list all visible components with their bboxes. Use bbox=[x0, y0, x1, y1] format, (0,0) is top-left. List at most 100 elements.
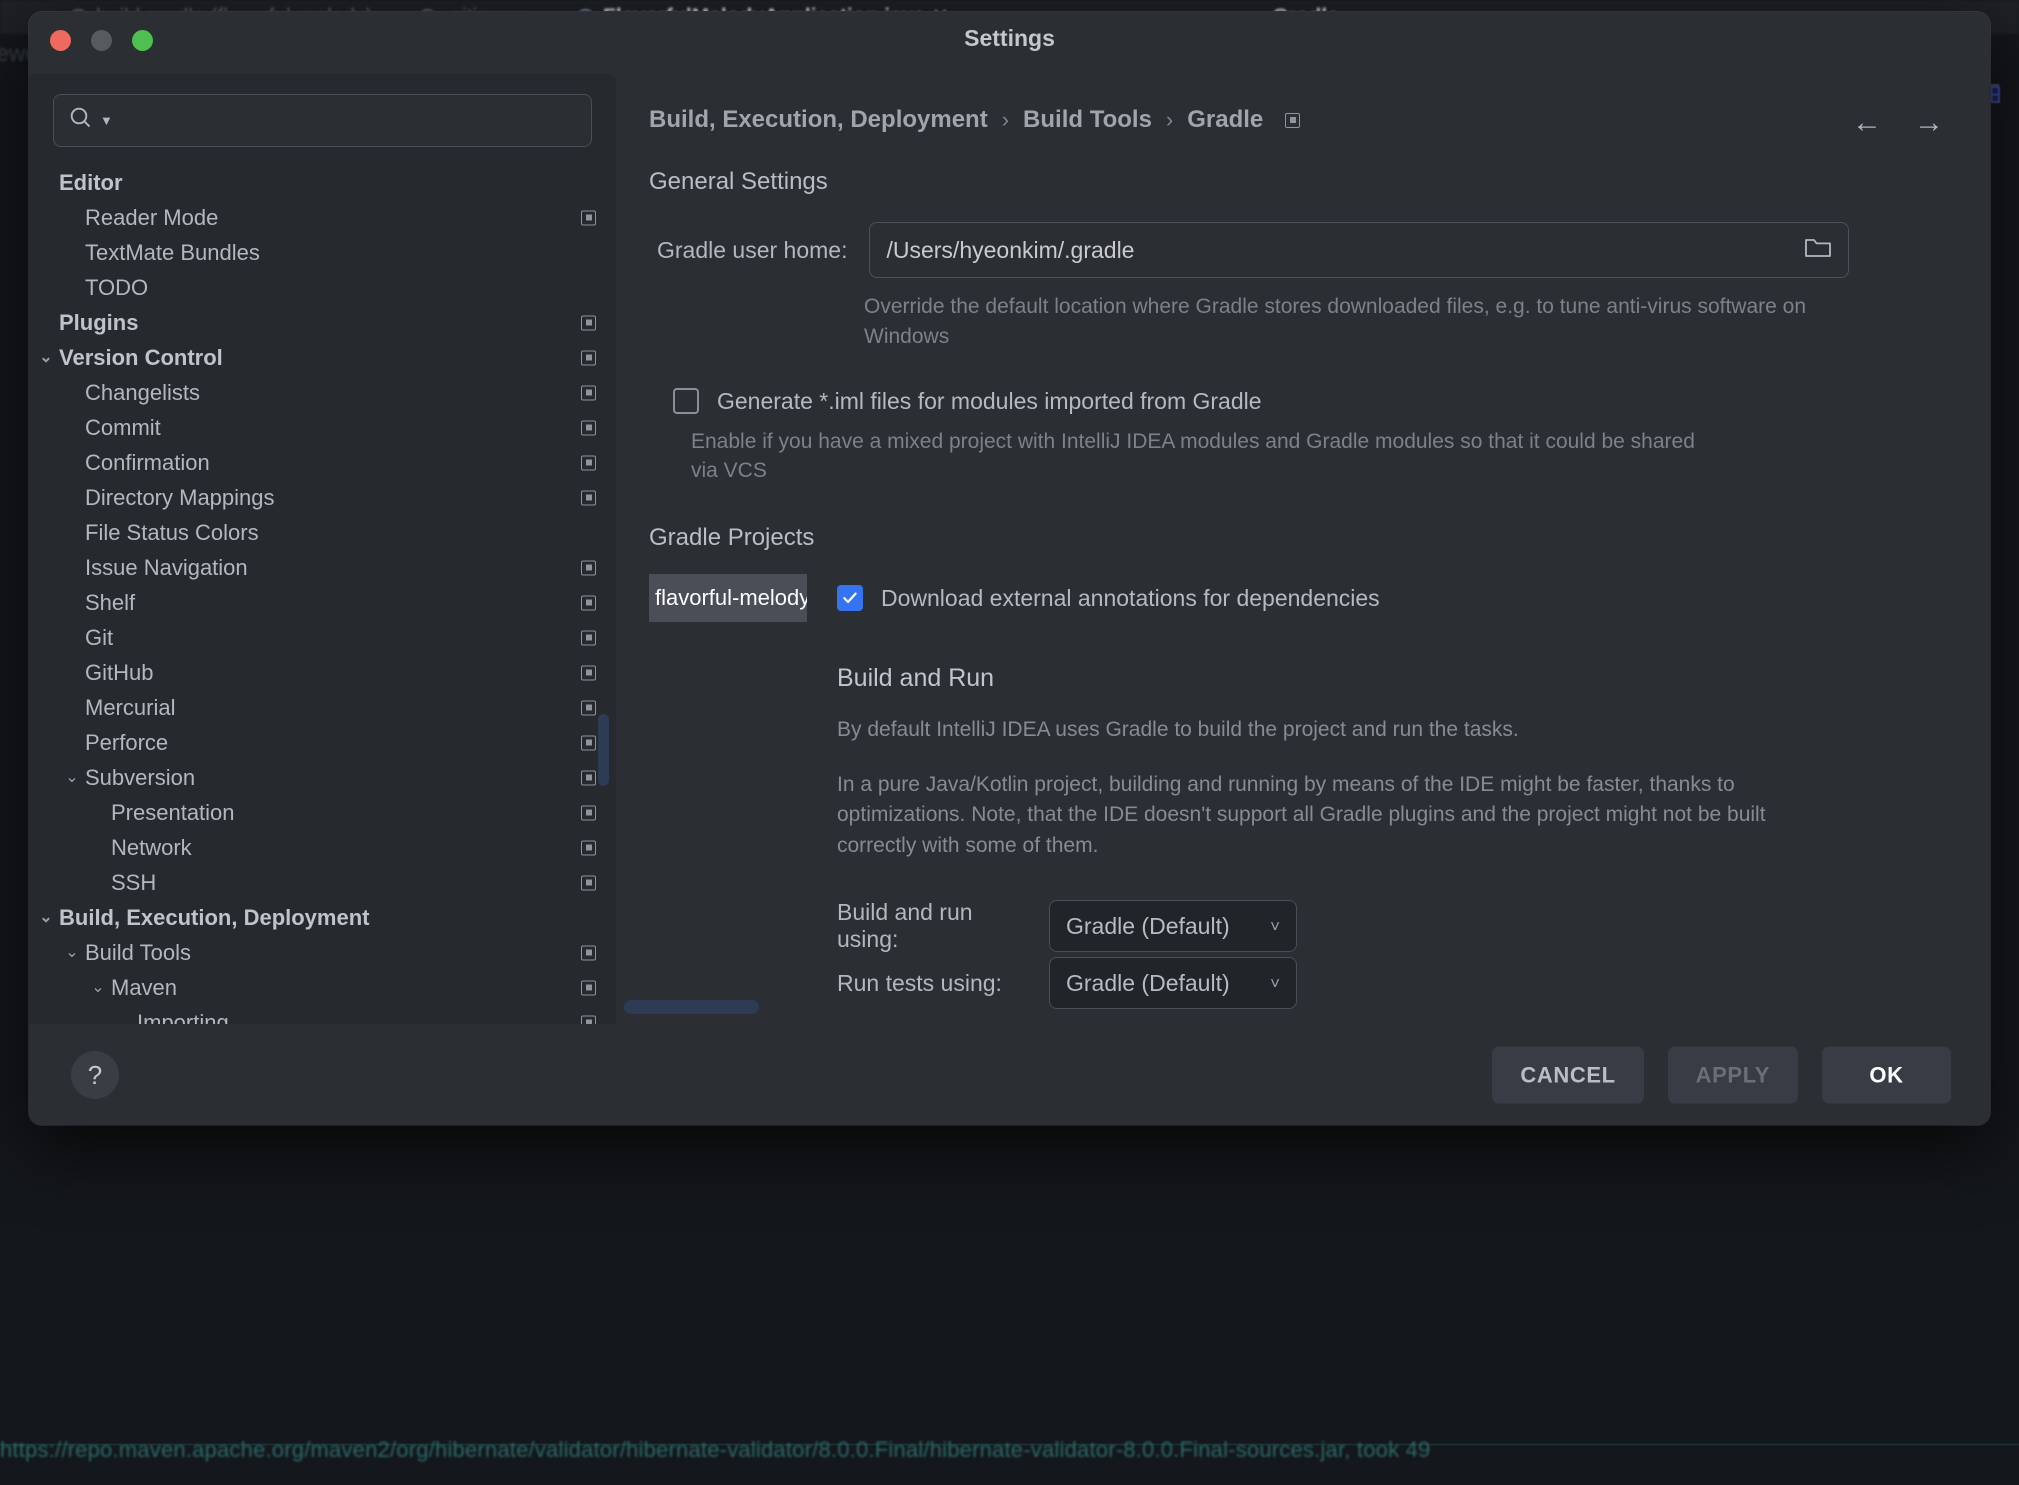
breadcrumb-item-gradle[interactable]: Gradle bbox=[1187, 106, 1263, 134]
project-scope-badge-icon bbox=[581, 630, 596, 645]
sidebar-item-github[interactable]: GitHub bbox=[29, 655, 616, 690]
chevron-down-icon[interactable]: ⌄ bbox=[61, 769, 83, 786]
run-tests-using-row: Run tests using: Gradle (Default) ˅ bbox=[837, 957, 1990, 1009]
sidebar-item-network[interactable]: Network bbox=[29, 830, 616, 865]
project-scope-badge-icon bbox=[581, 945, 596, 960]
project-scope-badge-icon bbox=[581, 840, 596, 855]
breadcrumb-item-build-execution-deployment[interactable]: Build, Execution, Deployment bbox=[649, 106, 988, 134]
gradle-user-home-hint: Override the default location where Grad… bbox=[864, 295, 1807, 348]
sidebar-item-label: Reader Mode bbox=[85, 204, 219, 230]
search-icon bbox=[68, 105, 94, 136]
project-scope-badge-icon bbox=[581, 700, 596, 715]
chevron-down-icon[interactable]: ⌄ bbox=[87, 979, 109, 996]
run-tests-using-select[interactable]: Gradle (Default) ˅ bbox=[1049, 957, 1297, 1009]
sidebar-item-version-control[interactable]: ⌄ Version Control bbox=[29, 340, 616, 375]
sidebar-item-textmate-bundles[interactable]: TextMate Bundles bbox=[29, 235, 616, 270]
help-button[interactable]: ? bbox=[71, 1051, 119, 1099]
sidebar-item-file-status-colors[interactable]: File Status Colors bbox=[29, 515, 616, 550]
search-input[interactable] bbox=[118, 108, 577, 133]
sidebar-item-changelists[interactable]: Changelists bbox=[29, 375, 616, 410]
project-scope-badge-icon bbox=[581, 735, 596, 750]
settings-tree[interactable]: Editor Reader Mode TextMate Bundles TODO Plu… bbox=[29, 159, 616, 1024]
sidebar-item-mercurial[interactable]: Mercurial bbox=[29, 690, 616, 725]
sidebar-item-importing[interactable]: Importing bbox=[29, 1005, 616, 1024]
sidebar-item-subversion[interactable]: ⌄ Subversion bbox=[29, 760, 616, 795]
sidebar-item-editor[interactable]: Editor bbox=[29, 165, 616, 200]
cancel-button[interactable]: CANCEL bbox=[1492, 1046, 1644, 1104]
sidebar-item-label: Subversion bbox=[85, 764, 196, 790]
gradle-user-home-row: Gradle user home: bbox=[657, 222, 1990, 278]
build-and-run-using-select[interactable]: Gradle (Default) ˅ bbox=[1049, 900, 1297, 952]
dialog-action-buttons: CANCEL APPLY OK bbox=[1492, 1046, 1951, 1104]
sidebar-item-label: GitHub bbox=[85, 659, 154, 685]
gradle-user-home-field[interactable] bbox=[869, 222, 1850, 278]
project-scope-badge-icon bbox=[581, 665, 596, 680]
sidebar-item-reader-mode[interactable]: Reader Mode bbox=[29, 200, 616, 235]
dialog-title: Settings bbox=[964, 25, 1055, 51]
sidebar-item-build-execution-deployment[interactable]: ⌄ Build, Execution, Deployment bbox=[29, 900, 616, 935]
gradle-projects-row: flavorful-melody Download external annot… bbox=[649, 574, 1990, 1024]
project-scope-badge-icon bbox=[581, 210, 596, 225]
chevron-down-icon[interactable]: ⌄ bbox=[35, 909, 57, 926]
sidebar-item-label: Mercurial bbox=[85, 694, 176, 720]
project-scope-badge-icon bbox=[581, 1015, 596, 1024]
ok-button[interactable]: OK bbox=[1822, 1046, 1951, 1104]
sidebar-item-presentation[interactable]: Presentation bbox=[29, 795, 616, 830]
project-scope-badge-icon bbox=[581, 490, 596, 505]
search-dropdown-icon[interactable]: ▼ bbox=[100, 114, 113, 127]
project-scope-badge-icon bbox=[1285, 112, 1301, 128]
sidebar-item-commit[interactable]: Commit bbox=[29, 410, 616, 445]
gradle-projects-list[interactable]: flavorful-melody bbox=[649, 574, 807, 623]
run-tests-using-value: Gradle (Default) bbox=[1066, 969, 1230, 996]
project-scope-badge-icon bbox=[581, 980, 596, 995]
breadcrumb-separator-icon: › bbox=[1001, 107, 1010, 132]
sidebar-item-plugins[interactable]: Plugins bbox=[29, 305, 616, 340]
sidebar-item-label: Build Tools bbox=[85, 939, 191, 965]
generate-iml-checkbox[interactable] bbox=[673, 388, 699, 415]
chevron-down-icon[interactable]: ⌄ bbox=[35, 349, 57, 366]
sidebar-item-label: Presentation bbox=[111, 799, 235, 825]
sidebar-item-ssh[interactable]: SSH bbox=[29, 865, 616, 900]
sidebar-item-label: Perforce bbox=[85, 729, 169, 755]
sidebar-item-label: Importing bbox=[137, 1009, 229, 1025]
apply-button[interactable]: APPLY bbox=[1667, 1046, 1798, 1104]
sidebar-item-confirmation[interactable]: Confirmation bbox=[29, 445, 616, 480]
sidebar-item-label: Build, Execution, Deployment bbox=[59, 904, 370, 930]
search-box[interactable]: ▼ bbox=[53, 94, 592, 147]
chevron-down-icon[interactable]: ⌄ bbox=[61, 944, 83, 961]
sidebar-item-label: Maven bbox=[111, 974, 178, 1000]
sidebar-item-issue-navigation[interactable]: Issue Navigation bbox=[29, 550, 616, 585]
sidebar-item-build-tools[interactable]: ⌄ Build Tools bbox=[29, 935, 616, 970]
breadcrumb-item-build-tools[interactable]: Build Tools bbox=[1023, 106, 1152, 134]
folder-icon[interactable] bbox=[1804, 236, 1832, 265]
settings-dialog: Settings ▼ Editor Reader Mode TextMate Bun… bbox=[29, 12, 1990, 1125]
sidebar-item-directory-mappings[interactable]: Directory Mappings bbox=[29, 480, 616, 515]
sidebar-item-todo[interactable]: TODO bbox=[29, 270, 616, 305]
gradle-user-home-input[interactable] bbox=[886, 236, 1805, 264]
sidebar-item-label: Git bbox=[85, 624, 114, 650]
chevron-down-icon: ˅ bbox=[1270, 973, 1280, 993]
download-annotations-checkbox[interactable] bbox=[837, 585, 863, 612]
sidebar-item-label: TextMate Bundles bbox=[85, 239, 260, 265]
project-scope-badge-icon bbox=[581, 455, 596, 470]
download-annotations-row[interactable]: Download external annotations for depend… bbox=[837, 574, 1990, 622]
project-scope-badge-icon bbox=[581, 595, 596, 610]
sidebar-item-git[interactable]: Git bbox=[29, 620, 616, 655]
console-output-text: https://repo.maven.apache.org/maven2/org… bbox=[0, 1437, 1431, 1462]
main-horizontal-scrollbar-thumb[interactable] bbox=[624, 1000, 759, 1014]
build-and-run-para-2: In a pure Java/Kotlin project, building … bbox=[837, 772, 1766, 857]
generate-iml-row[interactable]: Generate *.iml files for modules importe… bbox=[673, 388, 1990, 415]
sidebar-item-label: Confirmation bbox=[85, 449, 210, 475]
build-and-run-using-row: Build and run using: Gradle (Default) ˅ bbox=[837, 899, 1990, 953]
project-scope-badge-icon bbox=[581, 560, 596, 575]
sidebar-item-shelf[interactable]: Shelf bbox=[29, 585, 616, 620]
sidebar-item-maven[interactable]: ⌄ Maven bbox=[29, 970, 616, 1005]
list-item[interactable]: flavorful-melody bbox=[649, 574, 807, 623]
sidebar-item-label: Shelf bbox=[85, 589, 136, 615]
sidebar-scrollbar-thumb[interactable] bbox=[598, 714, 609, 786]
dialog-footer: ? CANCEL APPLY OK bbox=[29, 1024, 1990, 1125]
sidebar-item-perforce[interactable]: Perforce bbox=[29, 725, 616, 760]
settings-sidebar: ▼ Editor Reader Mode TextMate Bundles TODO P… bbox=[29, 74, 616, 1024]
dialog-title-bar: Settings bbox=[29, 12, 1990, 74]
breadcrumb: Build, Execution, Deployment › Build Too… bbox=[616, 74, 1990, 134]
